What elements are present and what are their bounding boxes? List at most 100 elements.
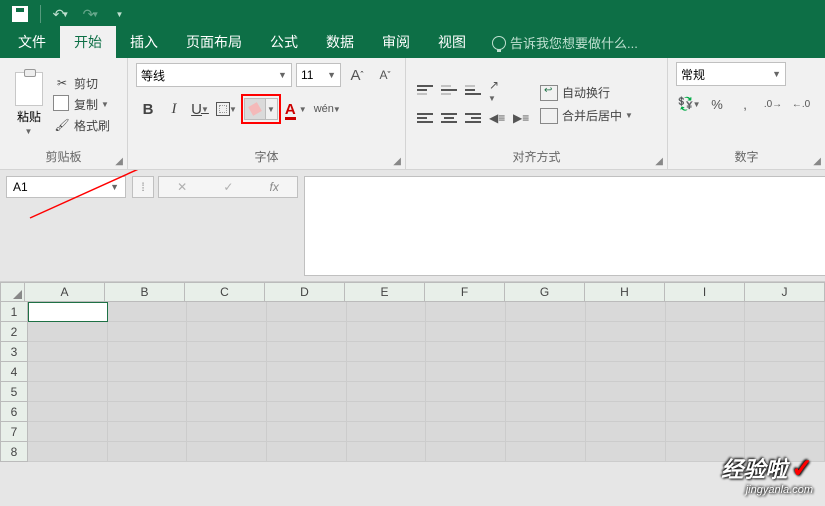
align-top-button[interactable]: [414, 79, 436, 101]
cell[interactable]: [267, 322, 347, 342]
row-header[interactable]: 4: [0, 362, 28, 382]
col-header[interactable]: A: [25, 282, 105, 302]
cell[interactable]: [745, 302, 825, 322]
row-header[interactable]: 7: [0, 422, 28, 442]
col-header[interactable]: B: [105, 282, 185, 302]
cell[interactable]: [426, 442, 506, 462]
name-box[interactable]: A1▼: [6, 176, 126, 198]
cell[interactable]: [666, 342, 746, 362]
cell[interactable]: [586, 442, 666, 462]
spreadsheet-grid[interactable]: A B C D E F G H I J 1 2 3 4 5 6 7 8: [0, 282, 825, 462]
cell[interactable]: [187, 382, 267, 402]
decrease-font-button[interactable]: Aˇ: [373, 62, 397, 88]
cell[interactable]: [586, 402, 666, 422]
cell[interactable]: [108, 342, 188, 362]
cell[interactable]: [745, 362, 825, 382]
customize-qat-button[interactable]: ▼: [109, 4, 133, 24]
cell[interactable]: [267, 342, 347, 362]
fill-color-dropdown[interactable]: ▼: [266, 98, 278, 120]
save-button[interactable]: [8, 4, 32, 24]
cut-button[interactable]: 剪切: [54, 75, 110, 92]
align-right-button[interactable]: [462, 107, 484, 129]
col-header[interactable]: C: [185, 282, 265, 302]
cell[interactable]: [187, 362, 267, 382]
number-format-combo[interactable]: 常规▼: [676, 62, 786, 86]
cell[interactable]: [267, 422, 347, 442]
select-all-button[interactable]: [0, 282, 25, 302]
cell[interactable]: [187, 402, 267, 422]
cell[interactable]: [267, 362, 347, 382]
align-center-button[interactable]: [438, 107, 460, 129]
cell[interactable]: [426, 422, 506, 442]
merge-center-button[interactable]: 合并后居中▼: [540, 107, 633, 124]
cell[interactable]: [108, 302, 188, 322]
italic-button[interactable]: I: [162, 96, 186, 122]
cell[interactable]: [506, 402, 586, 422]
underline-button[interactable]: U▼: [188, 96, 212, 122]
cell[interactable]: [347, 362, 427, 382]
cell[interactable]: [267, 382, 347, 402]
enter-button[interactable]: ✓: [223, 180, 233, 194]
decrease-indent-button[interactable]: ◀≡: [486, 107, 508, 129]
cell[interactable]: [187, 302, 267, 322]
cell[interactable]: [666, 322, 746, 342]
cell[interactable]: [28, 342, 108, 362]
row-header[interactable]: 3: [0, 342, 28, 362]
cell[interactable]: [666, 362, 746, 382]
cell[interactable]: [108, 402, 188, 422]
col-header[interactable]: H: [585, 282, 665, 302]
orientation-button[interactable]: ↗▼: [486, 79, 508, 101]
cell[interactable]: [745, 342, 825, 362]
cell[interactable]: [745, 402, 825, 422]
col-header[interactable]: I: [665, 282, 745, 302]
redo-button[interactable]: ↷▼: [79, 4, 103, 24]
accounting-format-button[interactable]: 💱▼: [676, 92, 702, 116]
format-painter-button[interactable]: 格式刷: [54, 117, 110, 134]
cell[interactable]: [108, 362, 188, 382]
dialog-launcher-icon[interactable]: ◢: [115, 156, 123, 167]
cell[interactable]: [28, 322, 108, 342]
cell[interactable]: [28, 442, 108, 462]
decrease-decimal-button[interactable]: ←.0: [788, 92, 814, 116]
cell[interactable]: [187, 422, 267, 442]
cell[interactable]: [506, 442, 586, 462]
insert-function-button[interactable]: fx: [270, 180, 279, 194]
row-header[interactable]: 6: [0, 402, 28, 422]
formula-bar-input[interactable]: [304, 176, 825, 276]
cell[interactable]: [187, 342, 267, 362]
align-left-button[interactable]: [414, 107, 436, 129]
row-header[interactable]: 2: [0, 322, 28, 342]
cell[interactable]: [187, 442, 267, 462]
borders-button[interactable]: ▼: [214, 96, 239, 122]
align-bottom-button[interactable]: [462, 79, 484, 101]
cell[interactable]: [666, 302, 746, 322]
cell[interactable]: [28, 422, 108, 442]
align-middle-button[interactable]: [438, 79, 460, 101]
cell[interactable]: [267, 442, 347, 462]
tab-formulas[interactable]: 公式: [256, 26, 312, 58]
fill-color-button[interactable]: ▼: [241, 94, 281, 124]
cell[interactable]: [267, 302, 347, 322]
cell[interactable]: [586, 382, 666, 402]
col-header[interactable]: D: [265, 282, 345, 302]
cell[interactable]: [28, 382, 108, 402]
cell[interactable]: [586, 422, 666, 442]
cell[interactable]: [506, 362, 586, 382]
cell[interactable]: [426, 302, 506, 322]
tab-page-layout[interactable]: 页面布局: [172, 26, 256, 58]
cell[interactable]: [347, 302, 427, 322]
tab-review[interactable]: 审阅: [368, 26, 424, 58]
cell[interactable]: [586, 362, 666, 382]
cell[interactable]: [506, 322, 586, 342]
cell[interactable]: [745, 322, 825, 342]
col-header[interactable]: F: [425, 282, 505, 302]
increase-indent-button[interactable]: ▶≡: [510, 107, 532, 129]
tab-home[interactable]: 开始: [60, 26, 116, 58]
cell[interactable]: [586, 302, 666, 322]
cancel-button[interactable]: ✕: [177, 180, 187, 194]
comma-style-button[interactable]: ,: [732, 92, 758, 116]
cell[interactable]: [666, 382, 746, 402]
cell[interactable]: [506, 342, 586, 362]
row-header[interactable]: 1: [0, 302, 28, 322]
font-size-combo[interactable]: 11▼: [296, 63, 341, 87]
